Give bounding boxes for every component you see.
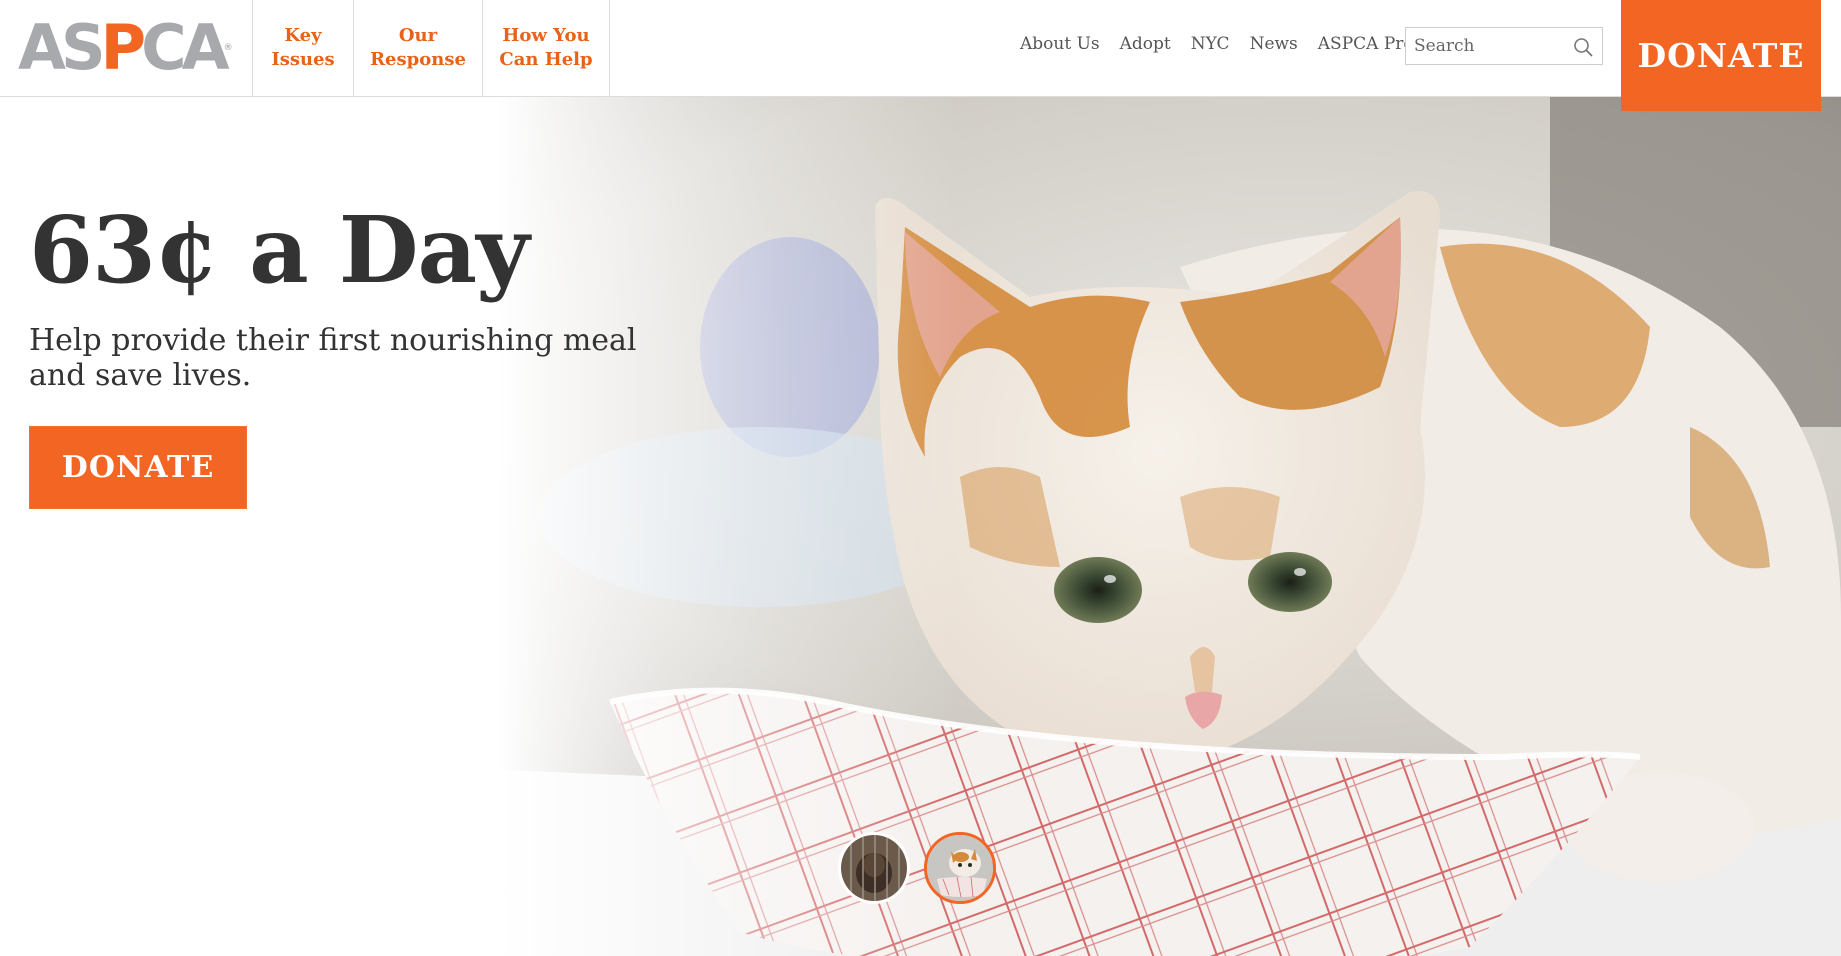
hero-subtitle: Help provide their first nourishing meal… [29,323,637,393]
nav-our-response-line1: Our [398,25,438,46]
nav-how-you-can-help-line2: Can Help [499,49,593,70]
nav-how-you-can-help-line1: How You [502,25,590,46]
hero-donate-button[interactable]: DONATE [29,426,247,509]
search-box [1405,27,1603,65]
util-aspca-pro-link[interactable]: ASPCA Pro [1318,34,1414,54]
nav-key-issues-line1: Key [284,25,322,46]
util-about-us-link[interactable]: About Us [1020,34,1100,54]
dog-thumb-image [841,835,907,901]
search-icon[interactable] [1573,37,1593,57]
hero-text-block: 63¢ a Day Help provide their first nouri… [29,195,669,509]
util-news-link[interactable]: News [1250,34,1298,54]
site-header: ASPCA ® Key Issues Our Response How You … [0,0,1841,97]
hero-banner: 63¢ a Day Help provide their first nouri… [0,97,1841,956]
nav-key-issues-line2: Issues [271,49,335,70]
utility-nav: About Us Adopt NYC News ASPCA Pro [1020,34,1414,54]
logo-part-3: CA [141,11,230,84]
carousel-thumb-kitten[interactable] [924,832,996,904]
nav-key-issues[interactable]: Key Issues [252,0,353,96]
aspca-logo[interactable]: ASPCA ® [18,17,233,79]
carousel-thumb-dog[interactable] [838,832,910,904]
util-adopt-link[interactable]: Adopt [1120,34,1171,54]
main-nav: Key Issues Our Response How You Can Help [252,0,610,96]
nav-how-you-can-help[interactable]: How You Can Help [482,0,610,96]
logo-part-2: P [100,11,147,84]
logo-part-1: AS [18,11,106,84]
kitten-thumb-image [927,835,993,901]
registered-mark: ® [223,43,233,53]
search-input[interactable] [1414,28,1564,64]
nav-our-response[interactable]: Our Response [353,0,482,96]
hero-title: 63¢ a Day [29,196,530,304]
header-donate-button[interactable]: DONATE [1621,0,1821,111]
util-nyc-link[interactable]: NYC [1191,34,1230,54]
nav-our-response-line2: Response [370,49,466,70]
carousel-thumbnails [838,832,996,904]
